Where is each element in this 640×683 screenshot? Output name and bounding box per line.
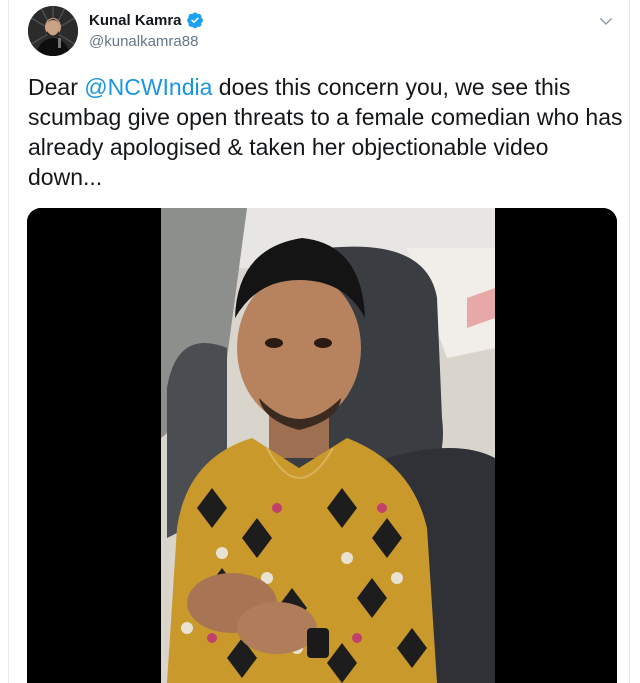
avatar-photo-icon bbox=[28, 6, 78, 56]
tweet-card[interactable]: Kunal Kamra @kunalkamra88 Dear @NCWIndia… bbox=[8, 0, 630, 683]
verified-badge-icon bbox=[186, 12, 203, 29]
author-name-row[interactable]: Kunal Kamra bbox=[89, 11, 204, 29]
author-display-name[interactable]: Kunal Kamra bbox=[89, 12, 182, 29]
chevron-down-icon[interactable] bbox=[597, 12, 615, 30]
video-thumbnail-icon bbox=[27, 208, 617, 683]
mention-link[interactable]: @NCWIndia bbox=[84, 74, 212, 100]
author-handle[interactable]: @kunalkamra88 bbox=[89, 33, 198, 50]
tweet-text-start: Dear bbox=[28, 74, 85, 100]
tweet-video[interactable] bbox=[27, 208, 617, 683]
tweet-text: Dear @NCWIndia does this concern you, we… bbox=[28, 72, 628, 192]
author-avatar[interactable] bbox=[28, 6, 78, 56]
